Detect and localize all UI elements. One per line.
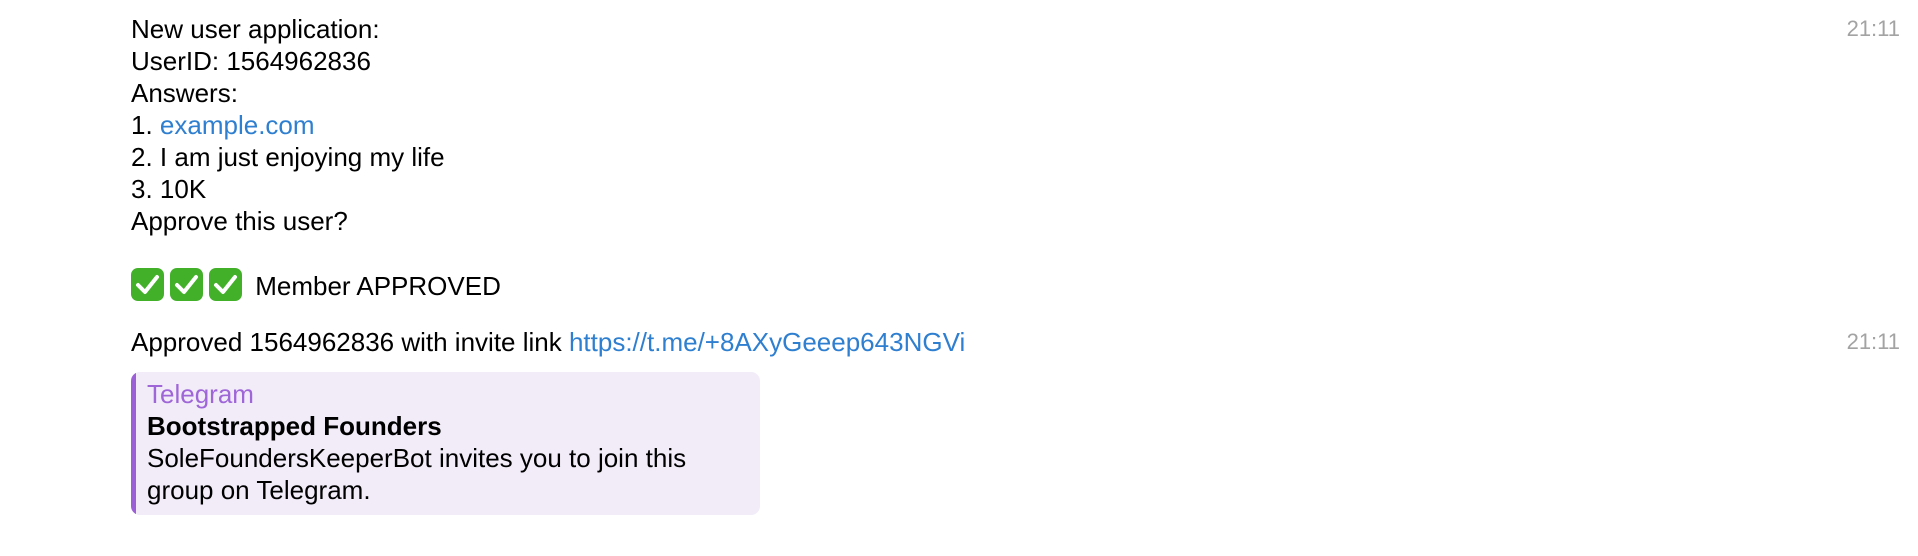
answer-3: 3. 10K xyxy=(131,174,207,204)
link-preview-card[interactable]: Telegram Bootstrapped Founders SoleFound… xyxy=(131,372,760,515)
answer-2: 2. I am just enjoying my life xyxy=(131,142,445,172)
link-preview-description: SoleFoundersKeeperBot invites you to joi… xyxy=(147,443,687,505)
message-line: Answers: xyxy=(131,78,238,108)
answer-1-prefix: 1. xyxy=(131,110,160,140)
approve-question: Approve this user? xyxy=(131,206,348,236)
message-bot-application: New user application: UserID: 1564962836… xyxy=(131,13,501,302)
approval-status: Member APPROVED xyxy=(131,268,501,302)
invite-link[interactable]: https://t.me/+8AXyGeeep643NGVi xyxy=(569,327,965,357)
invite-message-text: Approved 1564962836 with invite link htt… xyxy=(131,326,965,358)
message-timestamp: 21:11 xyxy=(1846,329,1900,354)
message-line: UserID: 1564962836 xyxy=(131,46,371,76)
link-preview-body: Telegram Bootstrapped Founders SoleFound… xyxy=(147,378,746,506)
link-preview-title: Bootstrapped Founders xyxy=(147,411,442,441)
invite-message-prefix: Approved 1564962836 with invite link xyxy=(131,327,569,357)
link-preview-accent-bar xyxy=(131,372,136,515)
check-mark-icon xyxy=(131,268,164,301)
link-preview-site-name: Telegram xyxy=(147,379,254,409)
approval-status-text: Member APPROVED xyxy=(255,271,501,301)
check-mark-icon xyxy=(209,268,242,301)
message-timestamp: 21:11 xyxy=(1846,16,1900,41)
check-mark-icon xyxy=(170,268,203,301)
message-invite-link: Approved 1564962836 with invite link htt… xyxy=(131,326,965,358)
answer-1: 1. example.com xyxy=(131,109,501,141)
answer-1-link[interactable]: example.com xyxy=(160,110,315,140)
message-line: New user application: xyxy=(131,14,380,44)
